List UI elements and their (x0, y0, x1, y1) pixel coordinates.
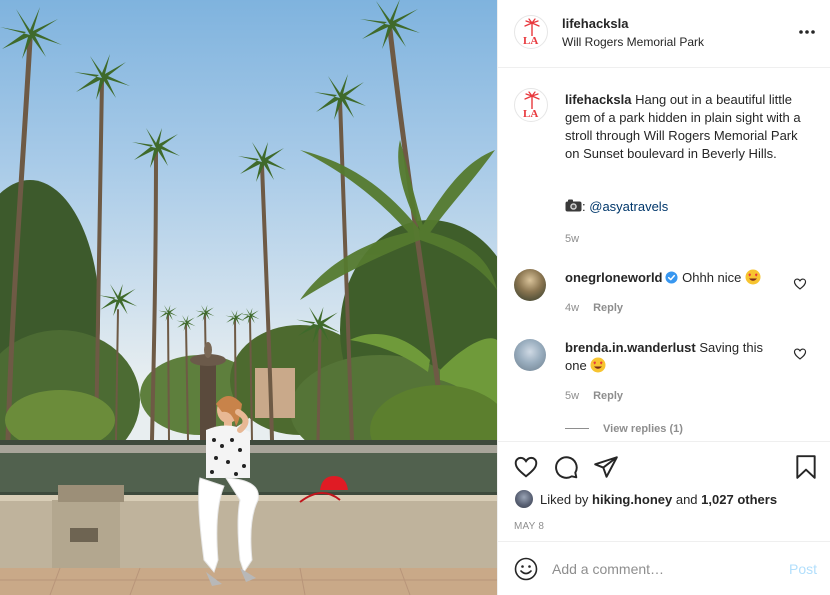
comment-input[interactable] (552, 557, 772, 581)
comment-text: Ohhh nice (682, 270, 742, 285)
like-comment-heart-icon[interactable] (793, 277, 807, 291)
svg-text:LA: LA (523, 108, 538, 120)
credit-separator: : (582, 199, 586, 214)
comments-section[interactable]: LA lifehacksla Hang out in a beautiful l… (498, 69, 830, 441)
reply-button[interactable]: Reply (593, 390, 623, 402)
add-comment-bar: Post (498, 541, 830, 595)
post-header: LA lifehacksla Will Rogers Memorial Park (498, 0, 830, 68)
post-location[interactable]: Will Rogers Memorial Park (562, 35, 704, 49)
heart-eyes-emoji (590, 357, 606, 373)
post-date[interactable]: MAY 8 (514, 521, 544, 532)
comment-username[interactable]: onegrloneworld (565, 270, 663, 285)
author-avatar[interactable]: LA (514, 15, 548, 49)
like-comment-heart-icon[interactable] (793, 347, 807, 361)
commenter-avatar[interactable] (514, 269, 546, 301)
svg-text:LA: LA (523, 35, 538, 47)
post-photo[interactable] (0, 0, 497, 595)
liker-avatar[interactable] (514, 489, 534, 509)
commenter-avatar[interactable] (514, 339, 546, 371)
share-icon[interactable] (593, 454, 619, 480)
comment-time[interactable]: 5w (565, 390, 579, 402)
author-username[interactable]: lifehacksla (562, 16, 629, 31)
comment-text-block: brenda.in.wanderlust Saving this one (565, 339, 785, 375)
reply-button[interactable]: Reply (593, 302, 623, 314)
comment-icon[interactable] (553, 454, 579, 480)
likes-count[interactable]: 1,027 others (701, 492, 777, 507)
post-actions: Liked by hiking.honey and 1,027 others M… (498, 441, 830, 541)
verified-icon (664, 271, 678, 284)
caption-username[interactable]: lifehacksla (565, 92, 632, 107)
comment-time[interactable]: 4w (565, 302, 579, 314)
view-replies-label: View replies (1) (603, 423, 683, 435)
post-comment-button[interactable]: Post (789, 561, 817, 577)
heart-eyes-emoji (745, 269, 761, 285)
bookmark-icon[interactable] (793, 454, 819, 480)
smiley-icon[interactable] (514, 557, 538, 581)
comment-meta: 5w Reply (565, 390, 623, 402)
likes-prefix: Liked by (540, 492, 589, 507)
replies-divider (565, 428, 589, 429)
camera-emoji (565, 199, 582, 212)
comment-username[interactable]: brenda.in.wanderlust (565, 340, 696, 355)
heart-icon[interactable] (513, 454, 539, 480)
liker-username[interactable]: hiking.honey (592, 492, 672, 507)
credit-handle-link[interactable]: @asyatravels (589, 199, 668, 214)
post-details-panel: LA lifehacksla Will Rogers Memorial Park… (497, 0, 830, 595)
likes-middle: and (675, 492, 698, 507)
likes-summary: Liked by hiking.honey and 1,027 others (514, 489, 777, 509)
comment-text-block: onegrloneworld Ohhh nice (565, 269, 785, 287)
caption-time[interactable]: 5w (565, 233, 579, 245)
comment-meta: 4w Reply (565, 302, 623, 314)
view-replies-button[interactable]: View replies (1) (565, 423, 683, 435)
caption-author-avatar[interactable]: LA (514, 88, 548, 122)
post-photo-scene (0, 0, 497, 595)
photo-credit: : @asyatravels (565, 199, 668, 214)
more-icon[interactable] (797, 22, 817, 42)
post-caption: lifehacksla Hang out in a beautiful litt… (565, 91, 813, 163)
